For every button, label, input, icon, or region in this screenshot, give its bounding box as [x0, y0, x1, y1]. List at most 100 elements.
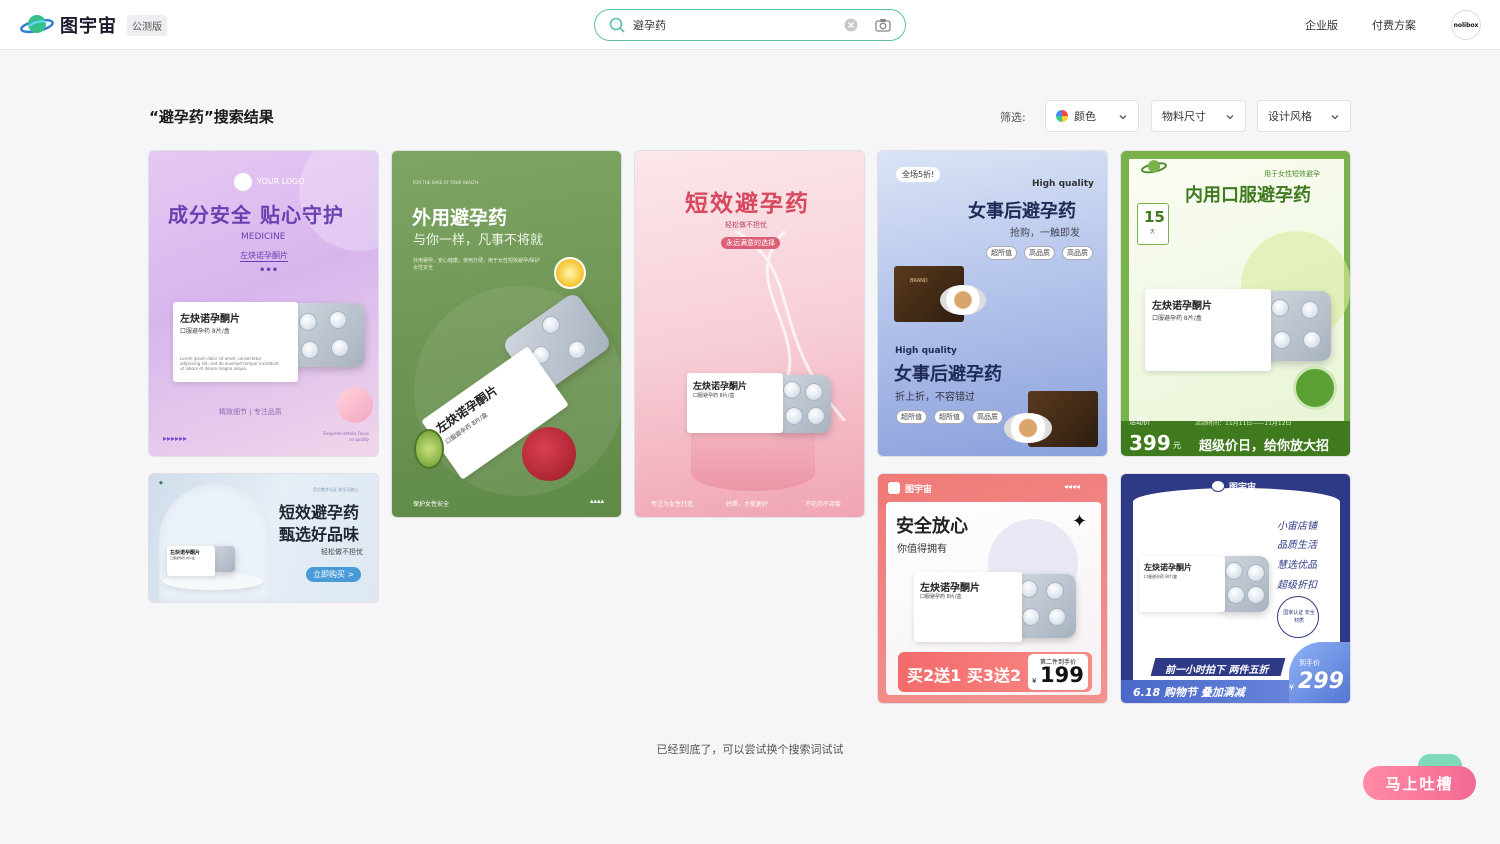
result-card-6[interactable]: ◆ 官方数字认证 安全可放心 左炔诺孕酮片 口服避孕药 8片/盒 短效避孕药 甄… — [148, 473, 379, 603]
filter-size-label: 物料尺寸 — [1162, 110, 1206, 123]
filter-color-dropdown[interactable]: 颜色 — [1045, 100, 1139, 132]
chevron-down-icon — [1119, 115, 1127, 120]
card-footer-1: 专注为女性打造 — [651, 501, 694, 508]
box-subtitle: 口服避孕药 8片/盒 — [920, 594, 962, 600]
search-bar[interactable] — [594, 9, 906, 41]
result-card-4[interactable]: 全场5折! High quality 女事后避孕药 抢购，一触即发 超所值 高品… — [877, 150, 1108, 457]
card-product: 左炔诺孕酮片 — [240, 251, 288, 262]
card-headline: 短效避孕药 — [685, 190, 810, 217]
filter-style-dropdown[interactable]: 设计风格 — [1257, 100, 1351, 132]
result-card-8[interactable]: 图宇宙 小宙店铺 品质生活 慧选优品 超级折扣 国家认证 安全材质 左炔诺孕酮片… — [1120, 473, 1351, 704]
price: 199 — [1040, 663, 1084, 687]
buy-now-button[interactable]: 立即购买 > — [306, 567, 362, 582]
filter-color-label: 颜色 — [1074, 110, 1096, 123]
card-small-text: 外用避孕，安心健康，使用方便，用于女性短效避孕/保护女性安全 — [413, 258, 540, 271]
card-line-2: 品质生活 — [1277, 540, 1317, 551]
tag: 超所值 — [896, 410, 927, 424]
price-label: 到手价 — [1299, 659, 1320, 667]
box-title: 左炔诺孕酮片 — [1152, 301, 1212, 312]
card-footer-3: 不吃药不用套 — [805, 501, 842, 508]
feedback-button[interactable]: 马上吐槽 — [1363, 766, 1476, 800]
ribbon-text: 前一小时拍下 两件五折 — [1165, 665, 1269, 676]
chevron-down-icon — [1226, 115, 1234, 120]
promo-label: 活动价 — [1129, 418, 1150, 426]
filter-label: 筛选: — [1000, 111, 1026, 124]
results-title: “避孕药”搜索结果 — [149, 108, 274, 126]
clear-icon[interactable] — [844, 18, 858, 32]
box-subtitle: 口服避孕药 8片/盒 — [1144, 574, 1178, 579]
search-input[interactable] — [633, 16, 833, 34]
card-subtitle: 你值得拥有 — [897, 544, 947, 555]
box-subtitle: 口服避孕药 8片/盒 — [693, 393, 735, 399]
result-card-7[interactable]: 图宇宙 ◂◂◂◂ 安全放心 你值得拥有 ✦ 左炔诺孕酮片 口服避孕药 8片/盒 … — [877, 473, 1108, 704]
card-footer-2: 好质，才能更好 — [726, 501, 769, 508]
avatar[interactable]: nolibox — [1451, 10, 1481, 40]
currency: ¥ — [1032, 677, 1037, 685]
feedback-label: 马上吐槽 — [1385, 774, 1454, 793]
card-subtitle: 轻松做不担忧 — [725, 221, 767, 229]
camera-icon[interactable] — [875, 17, 891, 33]
card-headline: 内用口服避孕药 — [1185, 185, 1311, 206]
card-subtitle: MEDICINE — [241, 232, 286, 242]
logo-mark — [234, 173, 252, 191]
result-card-1[interactable]: YOUR LOGO 成分安全 贴心守护 MEDICINE 左炔诺孕酮片 ••• … — [148, 150, 379, 457]
box-title: 左炔诺孕酮片 — [920, 583, 980, 594]
card-subtitle: 轻松做不担忧 — [321, 548, 363, 556]
card-footer-en: Exquisite details Focus on quality — [323, 431, 369, 442]
tag: 高品质 — [972, 410, 1003, 424]
cert-seal: 国家认证 安全材质 — [1283, 610, 1315, 624]
promo-text: 买2送1 买3送2 — [907, 666, 1022, 685]
nav-pricing[interactable]: 付费方案 — [1372, 17, 1416, 33]
card-hq: High quality — [1032, 179, 1094, 189]
price: 299 — [1298, 669, 1344, 694]
card-top: 官方数字认证 安全可放心 — [313, 487, 359, 492]
card-line-1: 小宙店铺 — [1277, 521, 1317, 532]
search-icon — [609, 17, 625, 33]
box-subtitle: 口服避孕药 8片/盒 — [180, 328, 230, 335]
box-title: 左炔诺孕酮片 — [180, 314, 240, 325]
card-corner-badge: 全场5折! — [896, 167, 941, 182]
card-brand: 图宇宙 — [905, 485, 933, 495]
box-subtitle: 口服避孕药 8片/盒 — [1152, 315, 1202, 322]
card-headline: 成分安全 贴心守护 — [168, 203, 344, 227]
card-headline-2: 甄选好品味 — [279, 525, 360, 544]
box-title: 左炔诺孕酮片 — [693, 382, 748, 392]
card-headline: 外用避孕药 — [412, 207, 508, 229]
end-of-results-text: 已经到底了，可以尝试换个搜索词试试 — [656, 743, 844, 756]
days-number: 15 — [1144, 208, 1165, 226]
chevron-down-icon — [1331, 115, 1339, 120]
brand-name: 图宇宙 — [60, 16, 117, 37]
event-text: 6.18 购物节 叠加满减 — [1133, 686, 1245, 699]
logo[interactable]: 图宇宙 公测版 — [20, 12, 167, 38]
result-card-2[interactable]: FOR THE SAKE OF YOUR HEALTH 外用避孕药 与你一样，凡… — [391, 150, 622, 518]
card-headline: 女事后避孕药 — [968, 201, 1076, 222]
nav-enterprise[interactable]: 企业版 — [1305, 17, 1338, 33]
top-header: 图宇宙 公测版 企业版 付费方案 nolibox — [0, 0, 1500, 50]
filter-style-label: 设计风格 — [1268, 110, 1312, 123]
tag: 超所值 — [934, 410, 965, 424]
planet-logo-icon — [20, 15, 54, 34]
result-card-5[interactable]: 用于女性短效避孕 内用口服避孕药 15 天 左炔诺孕酮片 口服避孕药 8片/盒 … — [1120, 150, 1351, 457]
card-subtitle: 抢购，一触即发 — [1010, 228, 1080, 239]
card-brand: 图宇宙 — [1229, 483, 1257, 493]
filter-size-dropdown[interactable]: 物料尺寸 — [1151, 100, 1246, 132]
card-headline-1: 短效避孕药 — [279, 503, 360, 522]
card-logo: YOUR LOGO — [257, 177, 305, 186]
card-top: 用于女性短效避孕 — [1264, 170, 1320, 178]
tag: 高品质 — [1062, 246, 1093, 260]
card-headline-2: 女事后避孕药 — [894, 364, 1002, 385]
tag: 超所值 — [986, 246, 1017, 260]
color-wheel-icon — [1056, 110, 1068, 122]
card-headline: 安全放心 — [896, 516, 968, 537]
card-slogan: 超级价日，给你放大招 — [1199, 439, 1330, 454]
card-subtitle: 与你一样，凡事不将就 — [413, 233, 544, 248]
currency: ¥ — [1289, 683, 1295, 692]
price: 399 — [1129, 431, 1171, 455]
card-subtitle-2: 折上折，不容错过 — [895, 392, 975, 403]
card-badge: 永远满意的选择 — [721, 237, 780, 249]
box-title: 左炔诺孕酮片 — [1144, 563, 1192, 572]
tag: 高品质 — [1024, 246, 1055, 260]
days-unit: 天 — [1150, 229, 1156, 235]
result-card-3[interactable]: 短效避孕药 轻松做不担忧 永远满意的选择 左炔诺孕酮片 口服避孕药 8片/盒 专… — [634, 150, 865, 518]
box-lorem: Lorem ipsum dolor sit amet, consectetur … — [180, 356, 279, 371]
